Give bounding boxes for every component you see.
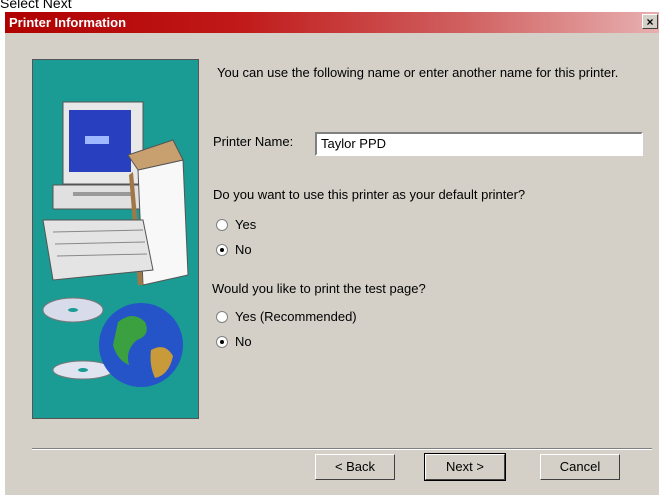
default-no-radio[interactable]: No [216, 242, 252, 257]
test-page-no-radio[interactable]: No [216, 334, 252, 349]
next-button[interactable]: Next > [424, 453, 506, 481]
printer-name-label: Printer Name: [213, 134, 294, 149]
radio-label: Yes (Recommended) [235, 309, 357, 324]
radio-button[interactable] [216, 243, 228, 256]
default-printer-question: Do you want to use this printer as your … [213, 187, 526, 202]
radio-label: Yes [235, 217, 257, 232]
radio-label: No [235, 242, 252, 257]
printer-information-dialog: Printer Information × You can use the fo… [4, 12, 659, 495]
printer-name-input[interactable]: Taylor PPD [315, 132, 643, 156]
intro-text: You can use the following name or enter … [217, 65, 619, 80]
caption-text: Select Next [0, 0, 72, 11]
keyboard-icon [42, 219, 154, 281]
test-page-question: Would you like to print the test page? [212, 281, 426, 296]
cancel-button[interactable]: Cancel [540, 454, 620, 480]
wizard-illustration [32, 59, 199, 419]
back-button[interactable]: < Back [315, 454, 395, 480]
dialog-title: Printer Information [9, 15, 127, 30]
title-bar[interactable]: Printer Information × [5, 12, 659, 33]
default-yes-radio[interactable]: Yes [216, 217, 256, 232]
radio-button[interactable] [216, 218, 228, 231]
globe-icon [99, 303, 183, 387]
radio-label: No [235, 334, 252, 349]
separator [32, 448, 652, 450]
radio-button[interactable] [216, 310, 228, 323]
close-icon[interactable]: × [642, 14, 658, 29]
test-page-yes-radio[interactable]: Yes (Recommended) [216, 309, 357, 324]
radio-button[interactable] [216, 335, 228, 348]
